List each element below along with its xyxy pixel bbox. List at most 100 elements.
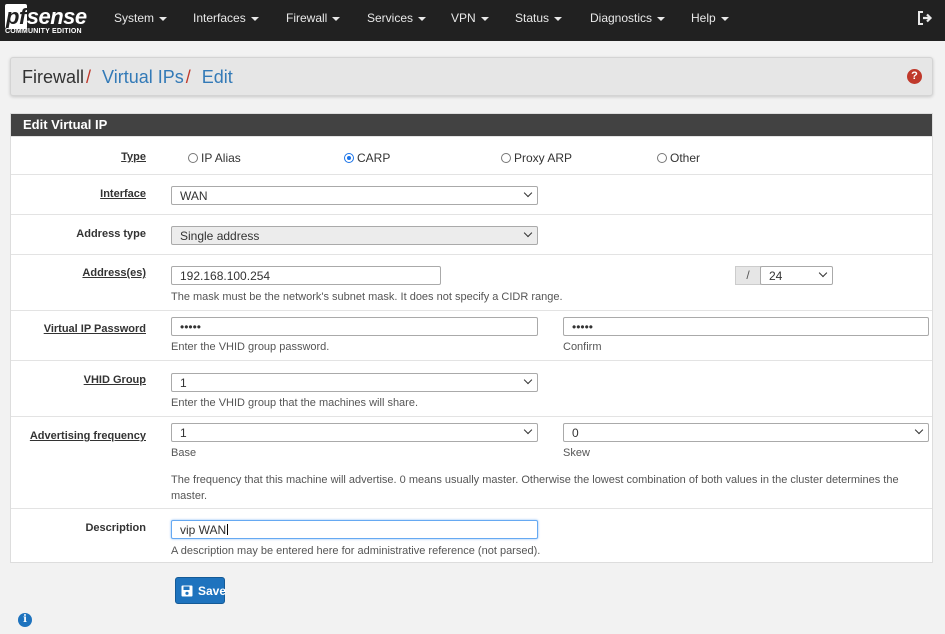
- radio-proxy-arp[interactable]: Proxy ARP: [501, 151, 572, 165]
- nav-label: System: [114, 11, 155, 25]
- logout-icon[interactable]: [917, 10, 933, 26]
- select-value: 24: [769, 269, 783, 283]
- description-label: Description: [85, 522, 146, 534]
- radio-ip-alias[interactable]: IP Alias: [188, 151, 241, 165]
- interface-label: Interface: [100, 188, 146, 200]
- row-description: Description vip WAN A description may be…: [11, 508, 932, 564]
- select-value: 1: [180, 376, 187, 390]
- select-value: 0: [572, 426, 579, 440]
- chevron-down-icon: [523, 228, 533, 238]
- caret-down-icon: [480, 16, 489, 21]
- mask-select[interactable]: 24: [760, 266, 833, 285]
- nav-label: Help: [691, 11, 716, 25]
- chevron-down-icon: [818, 268, 828, 278]
- logo-wordmark: pfsense: [5, 4, 87, 29]
- row-vip-password: Virtual IP Password ••••• ••••• Enter th…: [11, 310, 932, 360]
- advertising-help: The frequency that this machine will adv…: [171, 474, 899, 502]
- advertising-base-help: Base: [171, 447, 197, 459]
- nav-label: Firewall: [286, 11, 328, 25]
- caret-down-icon: [332, 16, 341, 21]
- vip-password-label: Virtual IP Password: [43, 323, 146, 335]
- row-address-type: Address type Single address: [11, 214, 932, 254]
- advertising-skew-help: Skew: [563, 447, 590, 459]
- breadcrumb-separator: /: [185, 67, 191, 87]
- row-vhid-group: VHID Group 1 Enter the VHID group that t…: [11, 360, 932, 416]
- caret-down-icon: [554, 16, 563, 21]
- vhid-group-label: VHID Group: [83, 374, 146, 386]
- nav-label: Status: [515, 11, 550, 25]
- nav-vpn[interactable]: VPN: [451, 11, 489, 25]
- advertising-skew-select[interactable]: 0: [563, 423, 929, 442]
- radio-circle: [657, 153, 667, 163]
- chevron-down-icon: [523, 375, 533, 385]
- logo-sense: sense: [26, 4, 87, 29]
- interface-select[interactable]: WAN: [171, 186, 538, 205]
- row-type: Type IP Alias CARP Proxy ARP Other: [11, 136, 932, 174]
- nav-help[interactable]: Help: [691, 11, 729, 25]
- input-value: vip WAN: [180, 523, 227, 537]
- logo-edition: COMMUNITY EDITION: [5, 28, 82, 35]
- breadcrumb-separator: /: [86, 67, 92, 87]
- chevron-down-icon: [523, 425, 533, 435]
- breadcrumb-bar: Firewall / Virtual IPs / Edit ?: [10, 57, 933, 96]
- breadcrumb: Firewall / Virtual IPs / Edit: [22, 67, 233, 88]
- address-input[interactable]: 192.168.100.254: [171, 266, 441, 285]
- row-address: Address(es) 192.168.100.254 / 24 The mas…: [11, 254, 932, 310]
- logo-pf: pf: [5, 4, 27, 29]
- nav-label: Interfaces: [193, 11, 246, 25]
- help-question-icon[interactable]: ?: [907, 69, 922, 84]
- mask-slash: /: [735, 266, 761, 285]
- text-cursor: [227, 524, 229, 535]
- panel-title: Edit Virtual IP: [11, 114, 932, 136]
- description-input[interactable]: vip WAN: [171, 520, 538, 539]
- nav-interfaces[interactable]: Interfaces: [193, 11, 259, 25]
- vip-password-help: Enter the VHID group password.: [171, 341, 330, 353]
- nav-label: Services: [367, 11, 414, 25]
- nav-label: Diagnostics: [590, 11, 653, 25]
- nav-firewall[interactable]: Firewall: [286, 11, 341, 25]
- chevron-down-icon: [914, 425, 924, 435]
- vip-password-input[interactable]: •••••: [171, 317, 538, 336]
- caret-down-icon: [657, 16, 666, 21]
- save-button[interactable]: Save: [175, 577, 227, 604]
- floppy-disk-icon: [181, 585, 193, 597]
- select-value: Single address: [180, 229, 260, 243]
- chevron-down-icon: [523, 188, 533, 198]
- caret-down-icon: [159, 16, 168, 21]
- address-type-select[interactable]: Single address: [171, 226, 538, 245]
- radio-other[interactable]: Other: [657, 151, 700, 165]
- nav-services[interactable]: Services: [367, 11, 427, 25]
- radio-label: Other: [670, 151, 701, 165]
- address-type-label: Address type: [76, 228, 146, 240]
- nav-system[interactable]: System: [114, 11, 168, 25]
- edit-vip-panel: Edit Virtual IP Type IP Alias CARP Proxy…: [10, 113, 933, 563]
- vip-password-confirm-help: Confirm: [563, 341, 602, 353]
- vhid-group-select[interactable]: 1: [171, 373, 538, 392]
- radio-circle: [188, 153, 198, 163]
- advertising-base-select[interactable]: 1: [171, 423, 538, 442]
- radio-label: CARP: [357, 151, 391, 165]
- address-label: Address(es): [82, 267, 146, 279]
- radio-circle: [344, 153, 354, 163]
- breadcrumb-virtual-ips[interactable]: Virtual IPs: [102, 67, 184, 87]
- select-value: WAN: [180, 189, 208, 203]
- nav-diagnostics[interactable]: Diagnostics: [590, 11, 666, 25]
- nav-status[interactable]: Status: [515, 11, 563, 25]
- vip-password-confirm-input[interactable]: •••••: [563, 317, 929, 336]
- breadcrumb-edit[interactable]: Edit: [202, 67, 233, 87]
- vhid-group-help: Enter the VHID group that the machines w…: [171, 397, 419, 409]
- radio-label: Proxy ARP: [514, 151, 573, 165]
- radio-carp[interactable]: CARP: [344, 151, 390, 165]
- description-help: A description may be entered here for ad…: [171, 545, 541, 557]
- type-label: Type: [121, 151, 146, 163]
- info-icon[interactable]: i: [18, 613, 32, 627]
- caret-down-icon: [418, 16, 427, 21]
- row-interface: Interface WAN: [11, 174, 932, 214]
- save-label: Save: [198, 584, 227, 598]
- breadcrumb-firewall: Firewall: [22, 67, 85, 87]
- advertising-label: Advertising frequency: [29, 430, 146, 442]
- row-advertising: Advertising frequency 1 0 Base Skew The …: [11, 416, 932, 508]
- top-navbar: pfsense COMMUNITY EDITION System Interfa…: [0, 0, 945, 41]
- radio-label: IP Alias: [201, 151, 241, 165]
- pfsense-logo[interactable]: pfsense COMMUNITY EDITION: [4, 4, 94, 37]
